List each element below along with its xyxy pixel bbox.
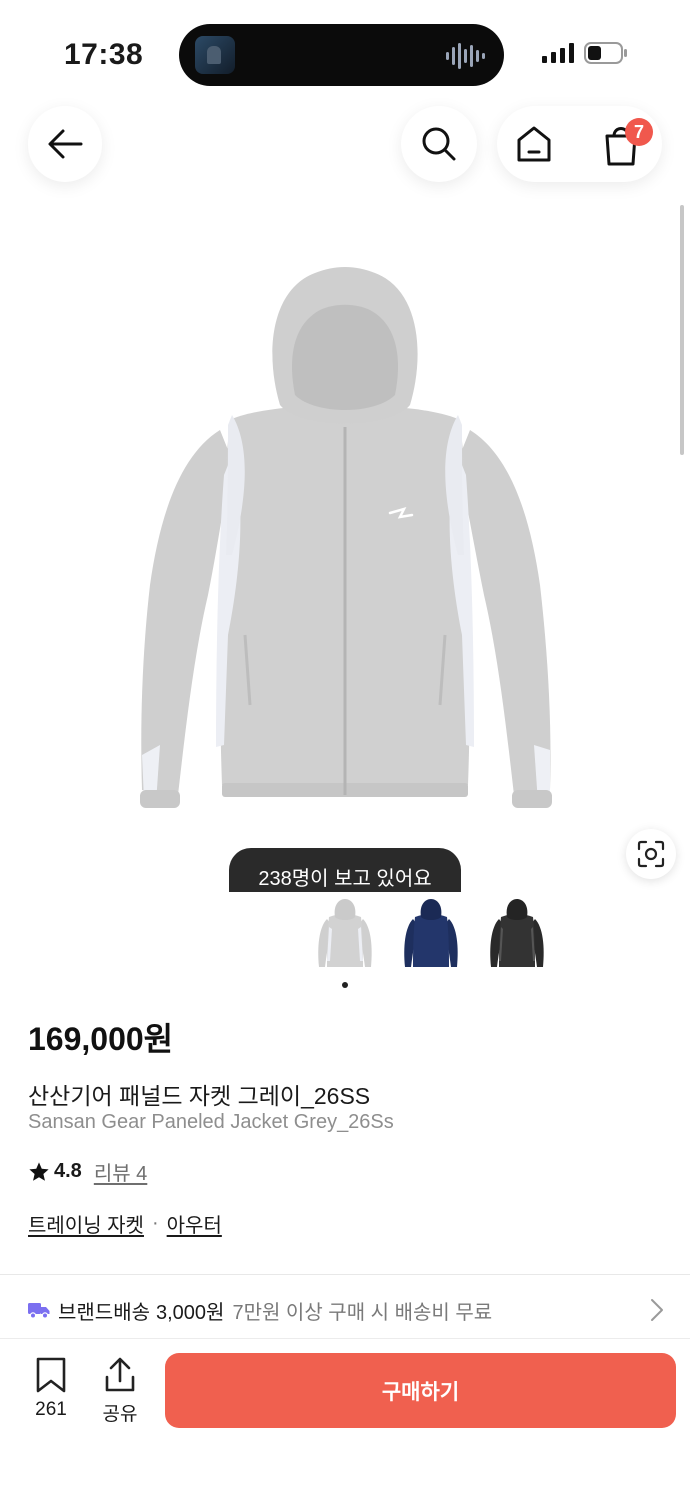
product-image-jacket[interactable]	[120, 255, 570, 835]
buy-button[interactable]: 구매하기	[165, 1353, 676, 1428]
cart-count-badge: 7	[625, 118, 653, 146]
truck-icon	[28, 1303, 50, 1319]
image-scrollbar[interactable]	[680, 205, 684, 455]
chevron-right-icon	[651, 1299, 663, 1321]
shipping-info-row[interactable]: 브랜드배송 3,000원 7만원 이상 구매 시 배송비 무료	[28, 1290, 668, 1330]
save-button[interactable]: 261	[21, 1357, 81, 1421]
star-icon	[29, 1161, 49, 1181]
rating-row: 4.8 리뷰 4	[28, 1157, 147, 1186]
home-cart-pill: 7	[497, 106, 662, 182]
shipping-note: 7만원 이상 구매 시 배송비 무료	[232, 1301, 493, 1324]
shipping-label: 브랜드배송	[58, 1301, 150, 1324]
pagination-dot-active	[342, 982, 348, 988]
camera-scan-icon	[637, 840, 665, 868]
save-count: 261	[35, 1399, 67, 1420]
now-playing-artwork	[195, 36, 235, 74]
shipping-cost: 3,000원	[156, 1301, 225, 1324]
bookmark-icon	[36, 1357, 66, 1393]
color-thumbnails	[0, 897, 690, 977]
dynamic-island	[179, 24, 504, 86]
back-button[interactable]	[28, 106, 102, 182]
battery-low-icon	[584, 42, 627, 64]
product-price: 169,000원	[28, 1021, 174, 1057]
product-name-korean: 산산기어 패널드 자켓 그레이_26SS	[28, 1083, 371, 1109]
arrow-left-icon	[48, 129, 83, 159]
viewers-badge: 238명이 보고 있어요	[229, 848, 461, 892]
thumbnail-black[interactable]	[483, 897, 551, 973]
thumbnail-grey[interactable]	[311, 897, 379, 973]
status-bar: 17:38	[0, 0, 690, 100]
share-icon	[105, 1357, 135, 1392]
bottom-action-bar: 261 공유 구매하기	[0, 1338, 690, 1500]
audio-waveform-icon	[446, 43, 485, 69]
category-link-outer[interactable]: 아우터	[167, 1209, 222, 1238]
search-icon	[422, 127, 456, 161]
share-button[interactable]: 공유	[90, 1357, 150, 1426]
category-row: 트레이닝 자켓 · 아우터	[28, 1209, 222, 1238]
category-separator: ·	[151, 1212, 159, 1234]
home-icon[interactable]	[515, 124, 553, 164]
share-label: 공유	[102, 1404, 138, 1425]
review-link[interactable]: 리뷰 4	[94, 1157, 147, 1186]
category-link-training-jacket[interactable]: 트레이닝 자켓	[28, 1209, 144, 1238]
product-name-english: Sansan Gear Paneled Jacket Grey_26Ss	[28, 1111, 394, 1133]
signal-bars-icon	[542, 43, 574, 63]
status-time: 17:38	[64, 38, 144, 71]
thumbnail-navy[interactable]	[397, 897, 465, 973]
status-indicators	[542, 42, 628, 64]
visual-search-button[interactable]	[626, 829, 676, 879]
section-divider	[0, 1274, 690, 1275]
search-button[interactable]	[401, 106, 477, 182]
rating-value: 4.8	[54, 1160, 82, 1182]
